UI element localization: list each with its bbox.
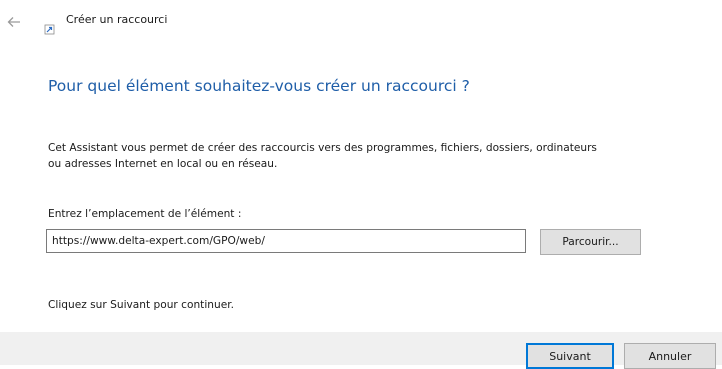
wizard-description: Cet Assistant vous permet de créer des r… <box>48 140 698 172</box>
cancel-button[interactable]: Annuler <box>624 343 716 369</box>
shortcut-icon <box>44 20 56 35</box>
continue-hint: Cliquez sur Suivant pour continuer. <box>48 299 234 311</box>
page-heading: Pour quel élément souhaitez-vous créer u… <box>48 77 470 95</box>
wizard-footer: Suivant Annuler <box>0 332 722 369</box>
back-arrow-icon[interactable] <box>6 14 22 30</box>
create-shortcut-wizard: Créer un raccourci Pour quel élément sou… <box>0 0 722 369</box>
description-line-1: Cet Assistant vous permet de créer des r… <box>48 142 597 154</box>
window-title: Créer un raccourci <box>66 13 168 26</box>
browse-button[interactable]: Parcourir... <box>540 229 641 255</box>
title-bar: Créer un raccourci <box>0 0 722 48</box>
next-button[interactable]: Suivant <box>526 343 614 369</box>
location-label: Entrez l’emplacement de l’élément : <box>48 208 242 220</box>
description-line-2: ou adresses Internet en local ou en rése… <box>48 158 278 170</box>
location-input[interactable] <box>46 229 526 253</box>
